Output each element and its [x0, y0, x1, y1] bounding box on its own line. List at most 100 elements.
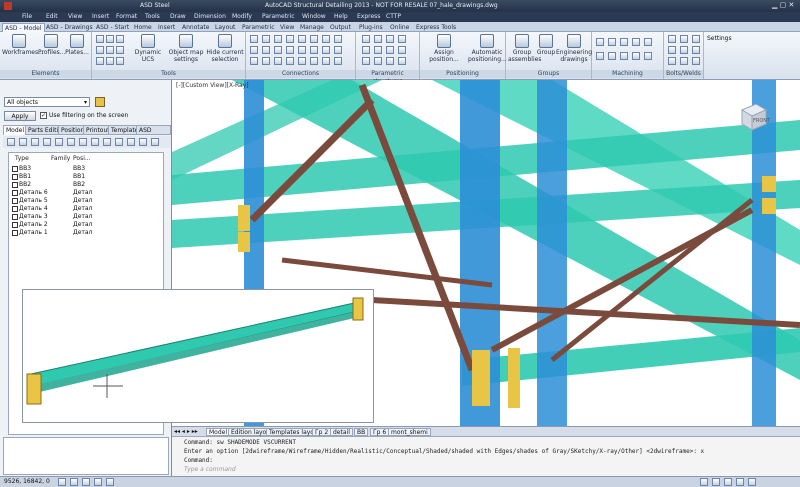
- parametric-icon[interactable]: [386, 35, 394, 43]
- tab-layout[interactable]: Layout: [213, 23, 237, 32]
- machining-icon[interactable]: [608, 38, 616, 46]
- machining-icon[interactable]: [644, 52, 652, 60]
- tab-gr2[interactable]: Гр 2: [312, 428, 332, 436]
- app-logo-icon[interactable]: [4, 2, 12, 10]
- menu-edit[interactable]: Edit: [46, 13, 58, 21]
- bolt-icon[interactable]: [692, 35, 700, 43]
- tab-bb[interactable]: BB: [354, 428, 369, 436]
- lock-icon[interactable]: [736, 478, 744, 486]
- menu-format[interactable]: Format: [116, 13, 137, 21]
- connection-icon[interactable]: [274, 35, 282, 43]
- menu-view[interactable]: View: [68, 13, 82, 21]
- viewcube[interactable]: FRONT: [736, 100, 770, 134]
- annotation-scale-icon[interactable]: [712, 478, 720, 486]
- connection-icon[interactable]: [274, 46, 282, 54]
- menu-parametric[interactable]: Parametric: [262, 13, 295, 21]
- connection-icon[interactable]: [334, 46, 342, 54]
- connection-icon[interactable]: [298, 35, 306, 43]
- machining-icon[interactable]: [596, 52, 604, 60]
- tab-express-tools[interactable]: Express Tools: [414, 23, 458, 32]
- group-assemblies-button[interactable]: Group assemblies: [508, 34, 541, 63]
- tab-detail[interactable]: detail: [330, 428, 353, 436]
- table-row[interactable]: Деталь 4 Детал: [9, 205, 163, 213]
- tab-model-panel[interactable]: Model: [3, 125, 28, 135]
- automatic-positioning-button[interactable]: Automatic positioning...: [468, 34, 507, 63]
- coordinate-readout[interactable]: 9526, 16842, 0: [4, 477, 50, 487]
- tab-asd-drawings[interactable]: ASD - Drawings: [44, 23, 95, 32]
- tool-icon[interactable]: [96, 57, 104, 65]
- weld-icon[interactable]: [692, 46, 700, 54]
- panel-tool-icon[interactable]: [103, 138, 111, 146]
- connection-icon[interactable]: [322, 46, 330, 54]
- table-row[interactable]: Деталь 6 Детал: [9, 189, 163, 197]
- tool-icon[interactable]: [106, 57, 114, 65]
- settings-button[interactable]: Settings: [707, 35, 732, 42]
- connection-icon[interactable]: [334, 57, 342, 65]
- panel-tool-icon[interactable]: [91, 138, 99, 146]
- tab-manage[interactable]: Manage: [298, 23, 326, 32]
- tab-insert[interactable]: Insert: [156, 23, 177, 32]
- model-space-icon[interactable]: [700, 478, 708, 486]
- panel-tool-icon[interactable]: [19, 138, 27, 146]
- polar-toggle-icon[interactable]: [94, 478, 102, 486]
- hide-current-selection-button[interactable]: Hide current selection: [206, 34, 244, 63]
- parametric-icon[interactable]: [362, 57, 370, 65]
- assign-position-button[interactable]: Assign position...: [422, 34, 466, 63]
- connection-icon[interactable]: [310, 57, 318, 65]
- machining-icon[interactable]: [596, 38, 604, 46]
- tab-annotate[interactable]: Annotate: [180, 23, 211, 32]
- panel-tool-icon[interactable]: [139, 138, 147, 146]
- tab-view[interactable]: View: [278, 23, 296, 32]
- weld-icon[interactable]: [668, 46, 676, 54]
- bolt-icon[interactable]: [680, 35, 688, 43]
- clean-screen-icon[interactable]: [748, 478, 756, 486]
- weld-icon[interactable]: [692, 57, 700, 65]
- table-row[interactable]: BB1 BB1: [9, 173, 163, 181]
- connection-icon[interactable]: [250, 46, 258, 54]
- connection-icon[interactable]: [262, 35, 270, 43]
- menu-window[interactable]: Window: [302, 13, 326, 21]
- parametric-icon[interactable]: [398, 35, 406, 43]
- snap-toggle-icon[interactable]: [58, 478, 66, 486]
- parametric-icon[interactable]: [386, 46, 394, 54]
- apply-button[interactable]: Apply: [4, 111, 36, 121]
- panel-tool-icon[interactable]: [7, 138, 15, 146]
- connection-icon[interactable]: [310, 35, 318, 43]
- panel-tool-icon[interactable]: [127, 138, 135, 146]
- viewport-label[interactable]: [-][Custom View][X-Ray]: [176, 82, 249, 89]
- tool-icon[interactable]: [116, 46, 124, 54]
- connection-icon[interactable]: [262, 57, 270, 65]
- filter-checkbox[interactable]: ✓: [40, 112, 47, 119]
- column-header-position[interactable]: Posi...: [73, 155, 91, 162]
- tab-online[interactable]: Online: [388, 23, 411, 32]
- dynamic-ucs-button[interactable]: Dynamic UCS: [128, 34, 168, 63]
- menu-tools[interactable]: Tools: [145, 13, 160, 21]
- engineering-drawings-button[interactable]: Engineering drawings: [556, 34, 592, 63]
- tab-output[interactable]: Output: [328, 23, 353, 32]
- weld-icon[interactable]: [668, 57, 676, 65]
- menu-modify[interactable]: Modify: [232, 13, 252, 21]
- table-row[interactable]: Деталь 1 Детал: [9, 229, 163, 237]
- parametric-icon[interactable]: [362, 46, 370, 54]
- table-row[interactable]: BB2 BB2: [9, 181, 163, 189]
- parametric-icon[interactable]: [386, 57, 394, 65]
- command-input[interactable]: Type a command: [184, 466, 384, 474]
- workframes-button[interactable]: Workframes...: [2, 34, 44, 56]
- tool-icon[interactable]: [106, 35, 114, 43]
- tab-gr6[interactable]: Гр 6: [370, 428, 390, 436]
- grid-toggle-icon[interactable]: [70, 478, 78, 486]
- panel-tool-icon[interactable]: [67, 138, 75, 146]
- panel-tool-icon[interactable]: [79, 138, 87, 146]
- panel-tool-icon[interactable]: [43, 138, 51, 146]
- tool-icon[interactable]: [116, 35, 124, 43]
- parametric-icon[interactable]: [374, 57, 382, 65]
- object-map-settings-button[interactable]: Object map settings: [168, 34, 204, 63]
- connection-icon[interactable]: [286, 57, 294, 65]
- tab-asd-centre[interactable]: ASD Centre: [136, 125, 171, 143]
- connection-icon[interactable]: [298, 57, 306, 65]
- menu-file[interactable]: File: [22, 13, 32, 21]
- osnap-toggle-icon[interactable]: [106, 478, 114, 486]
- tab-home[interactable]: Home: [132, 23, 154, 32]
- profiles-button[interactable]: Profiles...: [38, 34, 66, 56]
- parametric-icon[interactable]: [374, 46, 382, 54]
